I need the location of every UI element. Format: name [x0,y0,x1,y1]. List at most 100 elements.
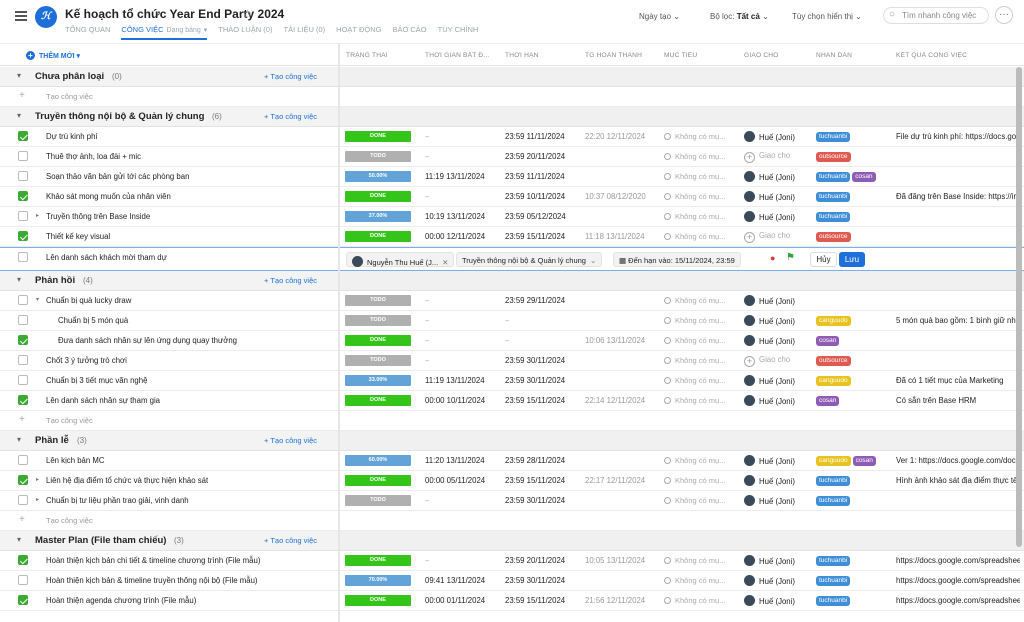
tag[interactable]: tuchuanbi [816,556,851,566]
task-checkbox[interactable] [18,395,28,405]
task-checkbox[interactable] [18,295,28,305]
status-badge[interactable]: DONE [345,191,411,202]
deadline[interactable]: 23:59 30/11/2024 [505,496,565,505]
goal-cell[interactable]: Không có mụ... [664,476,725,485]
task-checkbox[interactable] [18,575,28,585]
tag[interactable]: tuchuanbi [816,192,851,202]
deadline[interactable]: 23:59 15/11/2024 [505,476,565,485]
assignee-chip[interactable]: Nguyễn Thu Huế (J... ✕ [346,252,455,267]
col-assignee[interactable]: GIAO CHO [744,52,810,59]
status-badge[interactable]: 37.00% [345,211,411,222]
deadline[interactable]: 23:59 11/11/2024 [505,132,565,141]
col-result[interactable]: KẾT QUẢ CÔNG VIỆC [896,52,1016,59]
task-name[interactable]: Khảo sát mong muốn của nhân viên [46,192,171,201]
start-time[interactable]: – [425,496,429,505]
col-completed-at[interactable]: TG HOÀN THÀNH [585,52,657,59]
tag-list[interactable]: tuchuanbi [816,475,852,486]
start-time[interactable]: 00:00 12/11/2024 [425,232,485,241]
goal-cell[interactable]: Không có mụ... [664,556,725,565]
col-status[interactable]: TRẠNG THÁI [346,52,416,59]
goal-cell[interactable]: Không có mụ... [664,496,725,505]
start-time[interactable]: 11:19 13/11/2024 [425,172,485,181]
status-badge[interactable]: DONE [345,231,411,242]
tag[interactable]: canguudo [816,316,851,326]
start-time[interactable]: 10:19 13/11/2024 [425,212,485,221]
tag[interactable]: tuchuanbi [816,132,851,142]
task-checkbox[interactable] [18,475,28,485]
task-name[interactable]: Dự trù kinh phí [46,132,98,141]
status-badge[interactable]: DONE [345,131,411,142]
priority-icon[interactable]: ● [770,253,775,263]
goal-cell[interactable]: Không có mụ... [664,132,725,141]
tab-6[interactable]: TÙY CHỈNH [438,25,479,40]
task-row[interactable]: ▸ Truyền thông trên Base Inside 37.00% 10:1… [0,207,1024,227]
status-badge[interactable]: DONE [345,595,411,606]
tab-4[interactable]: HOẠT ĐỘNG [336,25,381,40]
task-result[interactable]: Ver 1: https://docs.google.com/docum [896,456,1020,465]
task-name[interactable]: Chuẩn bị tư liệu phần trao giải, vinh da… [46,496,189,505]
tab-5[interactable]: BÁO CÁO [392,25,426,40]
assignee[interactable]: Huế (Joni) [744,315,795,326]
task-name[interactable]: Truyền thông trên Base Inside [46,212,150,221]
group-select[interactable]: Truyền thông nội bộ & Quản lý chung ⌄ [456,252,603,267]
task-checkbox[interactable] [18,151,28,161]
add-task-row[interactable]: + Tạo công việc [0,511,1024,531]
start-time[interactable]: – [425,356,429,365]
goal-cell[interactable]: Không có mụ... [664,172,725,181]
start-time[interactable]: – [425,316,429,325]
task-name[interactable]: Hoàn thiện kịch bản & timeline truyền th… [46,576,258,585]
tag-list[interactable]: tuchuanbi [816,495,852,506]
cancel-button[interactable]: Hủy [810,252,837,267]
add-task-row[interactable]: + Tạo công việc [0,87,1024,107]
start-time[interactable]: – [425,152,429,161]
tag[interactable]: canguudo [816,376,851,386]
start-time[interactable]: 11:19 13/11/2024 [425,376,485,385]
task-name[interactable]: Liên hệ địa điểm tổ chức và thực hiện kh… [46,476,208,485]
task-name[interactable]: Đưa danh sách nhân sự lên ứng dụng quay … [58,336,237,345]
task-result[interactable]: Có sẵn trên Base HRM [896,396,1020,405]
add-new-button[interactable]: + THÊM MỚI ▾ [26,51,80,60]
tag-list[interactable]: tuchuanbi [816,575,852,586]
caret-right-icon[interactable]: ▸ [36,476,39,483]
tag[interactable]: tuchuanbi [816,172,851,182]
task-result[interactable]: Đã đăng trên Base Inside: https://insi [896,192,1020,201]
task-row[interactable]: Chuẩn bị 5 món quà TODO – – Không có mụ... Hu… [0,311,1024,331]
add-task-to-group-button[interactable]: + Tạo công việc [264,276,317,285]
goal-cell[interactable]: Không có mụ... [664,296,725,305]
assignee[interactable]: Huế (Joni) [744,495,795,506]
task-name[interactable]: Chốt 3 ý tưởng trò chơi [46,356,127,365]
task-row[interactable]: Soạn thảo văn bản gửi tới các phòng ban 5… [0,167,1024,187]
caret-right-icon[interactable]: ▸ [36,496,39,503]
goal-cell[interactable]: Không có mụ... [664,232,725,241]
task-checkbox[interactable] [18,131,28,141]
status-badge[interactable]: DONE [345,555,411,566]
task-checkbox[interactable] [18,211,28,221]
add-task-link[interactable]: Tạo công việc [46,92,93,101]
status-badge[interactable]: 33.00% [345,375,411,386]
task-name[interactable]: Thuê thợ ảnh, loa đài + mic [46,152,141,161]
more-options-icon[interactable]: ··· [995,6,1013,24]
assignee[interactable]: Huế (Joni) [744,211,795,222]
tag-list[interactable]: cosan [816,395,841,406]
tag[interactable]: cosan [852,456,876,466]
tag[interactable]: cosan [816,336,840,346]
deadline[interactable]: 23:59 10/11/2024 [505,192,565,201]
task-checkbox[interactable] [18,555,28,565]
tag[interactable]: tuchuanbi [816,476,851,486]
assignee[interactable]: Huế (Joni) [744,191,795,202]
display-options-dropdown[interactable]: Tùy chọn hiển thị ⌄ [792,12,862,21]
start-time[interactable]: 09:41 13/11/2024 [425,576,485,585]
task-name[interactable]: Chuẩn bị 3 tiết mục văn nghệ [46,376,147,385]
caret-down-icon[interactable]: ▾ [36,296,39,303]
tag[interactable]: tuchuanbi [816,576,851,586]
tag[interactable]: tuchuanbi [816,212,851,222]
assignee[interactable]: Huế (Joni) [744,475,795,486]
task-checkbox[interactable] [18,171,28,181]
assignee[interactable]: Huế (Joni) [744,295,795,306]
goal-cell[interactable]: Không có mụ... [664,456,725,465]
tag-list[interactable]: outsource [816,151,853,162]
deadline[interactable]: 23:59 28/11/2024 [505,456,565,465]
tab-1[interactable]: CÔNG VIỆC Dạng bảng ▾ [121,25,208,40]
status-badge[interactable]: TODO [345,355,411,366]
task-row[interactable]: Thiết kế key visual DONE 00:00 12/11/2024 2… [0,227,1024,247]
